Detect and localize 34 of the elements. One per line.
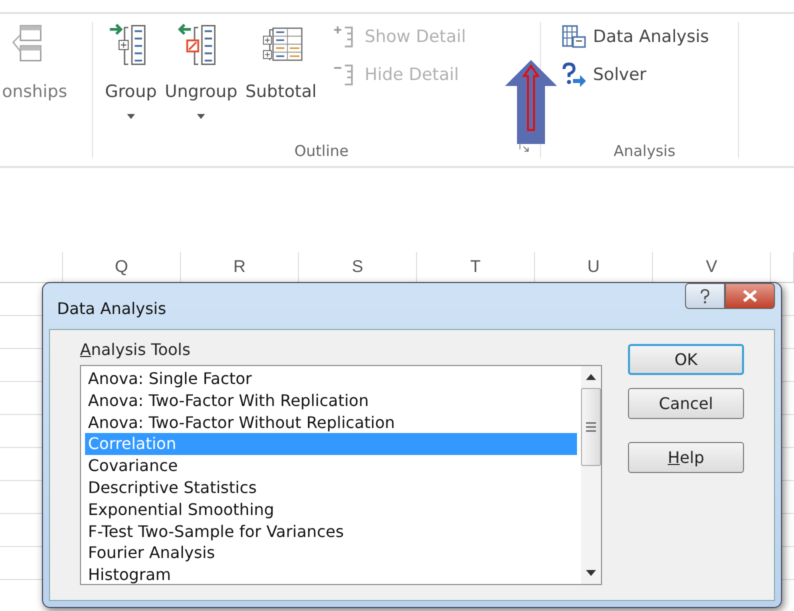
tools-listbox[interactable] bbox=[80, 365, 602, 585]
list-item[interactable]: Exponential Smoothing bbox=[85, 498, 577, 521]
list-item[interactable]: Anova: Single Factor bbox=[85, 368, 577, 390]
list-item[interactable]: Anova: Two-Factor With Replication bbox=[85, 390, 577, 412]
group-label: Analysis bbox=[614, 142, 676, 160]
help-button[interactable] bbox=[685, 283, 725, 309]
dialog-button[interactable]: Help bbox=[628, 442, 744, 473]
dialog-button[interactable]: OK bbox=[628, 344, 744, 375]
solver-icon bbox=[561, 62, 587, 88]
dialog-title: Data Analysis bbox=[57, 298, 166, 318]
list-label: Analysis Tools bbox=[80, 340, 192, 359]
list-item[interactable]: Fourier Analysis bbox=[85, 542, 577, 564]
dialog-button[interactable]: Cancel bbox=[628, 388, 744, 419]
close-button[interactable] bbox=[725, 283, 775, 309]
ribbon-button[interactable]: Group bbox=[103, 22, 159, 132]
list-item[interactable]: F-Test Two-Sample for Variances bbox=[85, 520, 577, 542]
ribbon-button[interactable]: Ungroup bbox=[162, 22, 240, 132]
caret-icon bbox=[197, 114, 206, 119]
close-icon bbox=[742, 288, 758, 304]
ribbon-button[interactable]: Solver bbox=[561, 60, 710, 90]
ribbon-button[interactable]: onships bbox=[0, 22, 70, 132]
list-item[interactable]: Covariance bbox=[85, 455, 577, 477]
list-item[interactable]: Descriptive Statistics bbox=[85, 476, 577, 499]
grip-icon bbox=[586, 422, 596, 432]
table-icon bbox=[561, 24, 587, 50]
ribbon-button[interactable]: Subtotal bbox=[243, 22, 319, 132]
scroll-up-icon[interactable] bbox=[586, 374, 596, 380]
ribbon-button[interactable]: Data Analysis bbox=[561, 22, 710, 52]
scrollbar[interactable] bbox=[581, 366, 601, 584]
list-item[interactable]: Histogram bbox=[85, 564, 577, 586]
list-item[interactable]: Anova: Two-Factor Without Replication bbox=[85, 412, 577, 434]
group-label: Outline bbox=[294, 142, 349, 160]
scroll-down-icon[interactable] bbox=[586, 570, 596, 576]
caret-icon bbox=[126, 114, 135, 119]
